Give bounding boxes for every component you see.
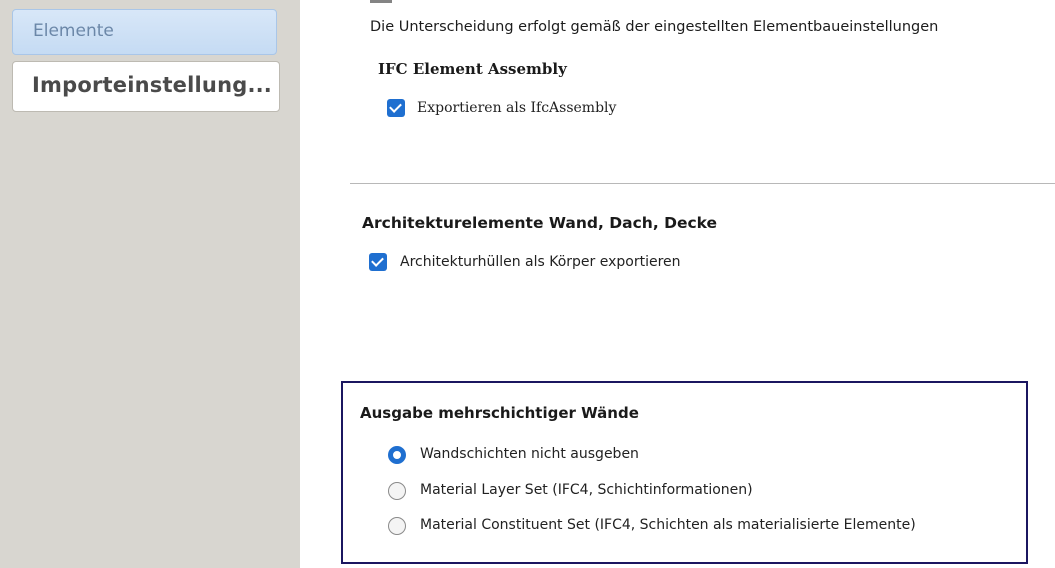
section-heading-ifc-element-assembly: IFC Element Assembly: [378, 60, 567, 78]
radio-wandschichten-nicht-ausgeben[interactable]: [388, 446, 406, 464]
section-divider: [350, 183, 1055, 184]
export-ifcassembly-checkbox[interactable]: [387, 99, 405, 117]
export-bodies-checkbox[interactable]: [369, 253, 387, 271]
description-text: Die Unterscheidung erfolgt gemäß der ein…: [370, 19, 939, 35]
sidebar-item-elemente[interactable]: Elemente: [12, 9, 277, 55]
export-ifcassembly-label[interactable]: Exportieren als IfcAssembly: [417, 100, 616, 116]
section-heading-ausgabe-mehrschichtiger-waende: Ausgabe mehrschichtiger Wände: [360, 404, 639, 422]
radio-material-layer-set[interactable]: [388, 482, 406, 500]
radio-label-wandschichten-nicht-ausgeben[interactable]: Wandschichten nicht ausgeben: [420, 446, 639, 462]
radio-label-material-constituent-set[interactable]: Material Constituent Set (IFC4, Schichte…: [420, 517, 916, 533]
radio-material-constituent-set[interactable]: [388, 517, 406, 535]
sidebar: Elemente Importeinstellung...: [0, 0, 300, 568]
section-heading-architekturelemente: Architekturelemente Wand, Dach, Decke: [362, 214, 718, 232]
radio-label-material-layer-set[interactable]: Material Layer Set (IFC4, Schichtinforma…: [420, 482, 753, 498]
sidebar-item-importeinstellungen[interactable]: Importeinstellung...: [12, 61, 280, 112]
export-bodies-label[interactable]: Architekturhüllen als Körper exportieren: [400, 254, 681, 270]
sidebar-item-label: Importeinstellung...: [32, 73, 272, 97]
clipped-text-fragment: [370, 0, 392, 9]
sidebar-item-label: Elemente: [33, 21, 114, 41]
